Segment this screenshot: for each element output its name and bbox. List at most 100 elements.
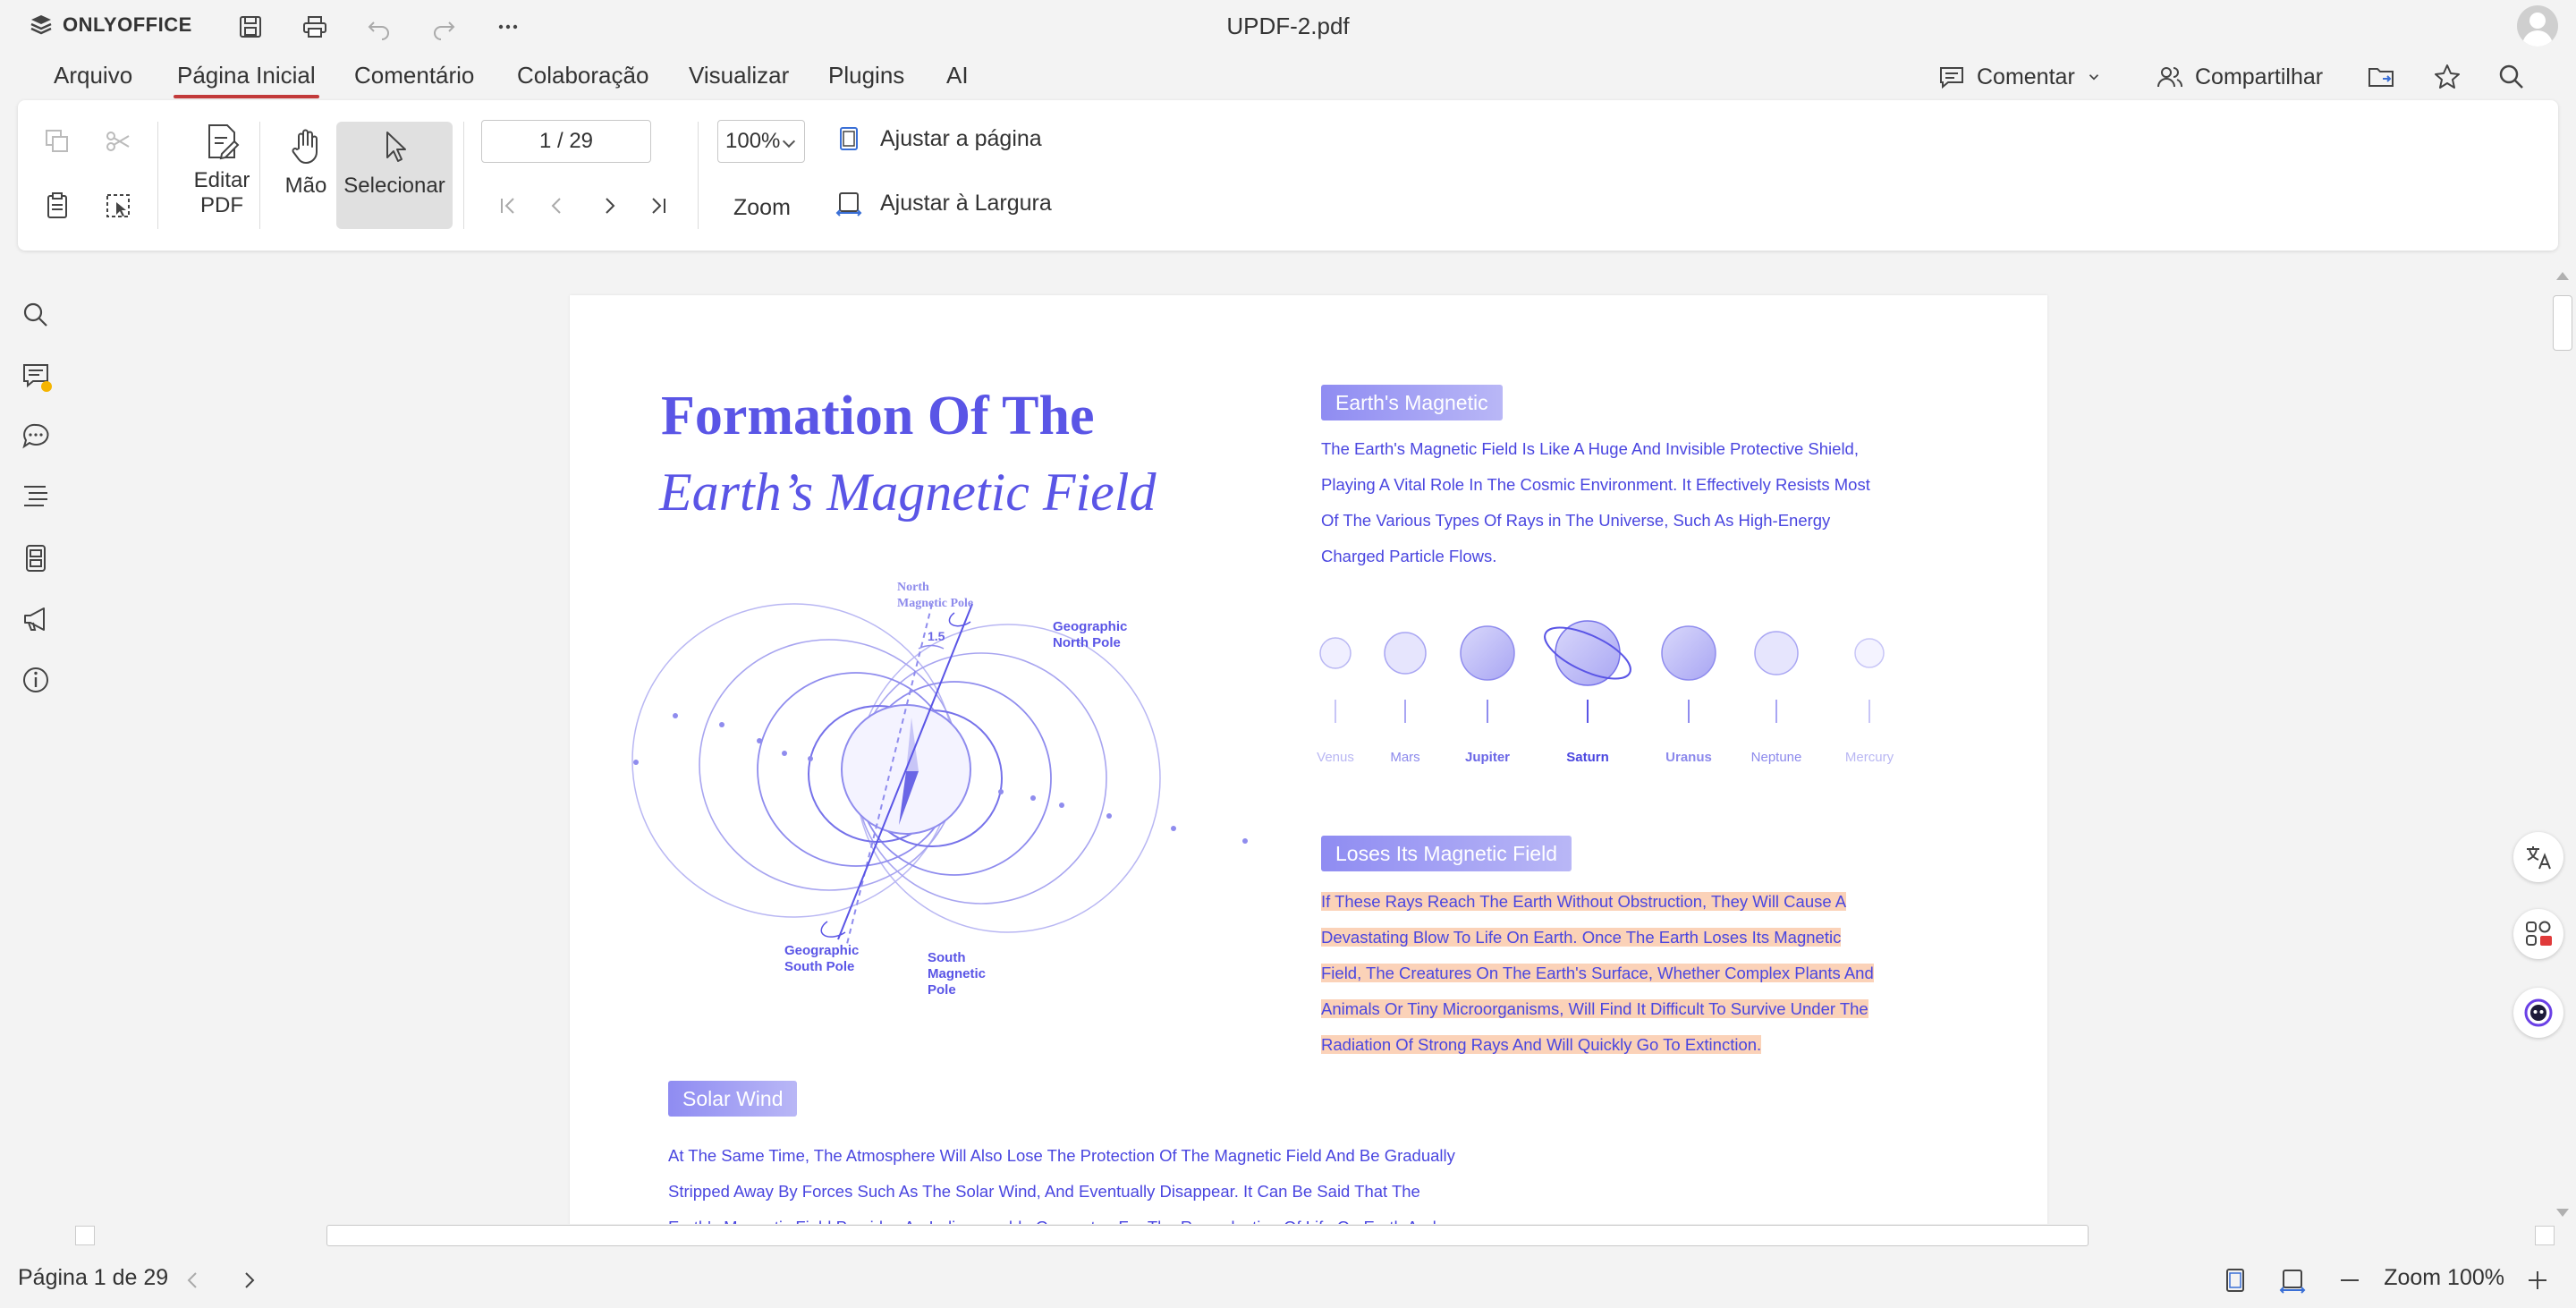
document-viewport[interactable]: Formation Of The Earth’s Magnetic Field xyxy=(72,268,2549,1224)
zoom-label: Zoom xyxy=(733,195,791,220)
document-title: UPDF-2.pdf xyxy=(1226,13,1350,39)
open-file-location-button[interactable] xyxy=(2367,61,2395,93)
planet-label-venus: Venus xyxy=(1317,750,1354,765)
tab-colaboracao[interactable]: Colaboração xyxy=(513,57,652,93)
tab-ai[interactable]: AI xyxy=(943,57,972,93)
search-icon xyxy=(2499,64,2523,89)
share-users-icon xyxy=(2157,67,2182,88)
planet-label-mars: Mars xyxy=(1390,750,1420,765)
planet-label-uranus: Uranus xyxy=(1665,750,1712,765)
status-fit-width-button[interactable] xyxy=(2277,1265,2308,1295)
fit-width-button[interactable]: Ajustar à Largura xyxy=(835,190,1052,217)
minus-icon xyxy=(2341,1279,2359,1281)
plugins-apps-button[interactable] xyxy=(2513,909,2563,959)
scroll-down-arrow[interactable] xyxy=(2556,1209,2569,1217)
highlighted-line: If These Rays Reach The Earth Without Ob… xyxy=(1321,884,1847,920)
sidebar-thumbnails-button[interactable] xyxy=(18,540,54,576)
chat-icon xyxy=(22,423,49,449)
planet-label-jupiter: Jupiter xyxy=(1464,750,1510,765)
scroll-up-arrow[interactable] xyxy=(2556,272,2569,280)
select-tool-button[interactable]: Selecionar xyxy=(336,122,453,229)
section3-line: Stripped Away By Forces Such As The Sola… xyxy=(668,1182,1420,1201)
zoom-select[interactable]: 100% xyxy=(717,120,805,163)
planet-label-neptune: Neptune xyxy=(1750,750,1802,765)
geo-north-label-line1: Geographic xyxy=(1053,619,1128,634)
tab-arquivo[interactable]: Arquivo xyxy=(50,57,136,93)
previous-page-button[interactable] xyxy=(540,190,572,222)
first-page-button[interactable] xyxy=(492,190,524,222)
highlight[interactable]: Animals Or Tiny Microorganisms, Will Fin… xyxy=(1321,999,1868,1018)
highlighted-line: Devastating Blow To Life On Earth. Once … xyxy=(1321,920,1842,956)
copy-button[interactable] xyxy=(41,125,73,157)
status-fit-page-button[interactable] xyxy=(2220,1265,2250,1295)
ai-assistant-button[interactable] xyxy=(2513,988,2563,1038)
sidebar-comments-button[interactable] xyxy=(18,358,54,394)
cut-button[interactable] xyxy=(102,125,134,157)
sidebar-feedback-button[interactable] xyxy=(18,601,54,637)
planet-saturn xyxy=(1555,620,1621,686)
comment-dropdown-button[interactable]: Comentar xyxy=(1937,61,2102,93)
sidebar-about-button[interactable] xyxy=(18,662,54,698)
sidebar-headings-button[interactable] xyxy=(18,478,54,514)
section-heading-earths-magnetic: Earth's Magnetic xyxy=(1321,385,1503,420)
favorite-button[interactable] xyxy=(2433,61,2462,93)
section3-line: Earth's Magnetic Field Provides An Indis… xyxy=(668,1210,1436,1224)
highlight[interactable]: Devastating Blow To Life On Earth. Once … xyxy=(1321,928,1842,947)
chevron-left-icon xyxy=(551,198,561,214)
last-page-button[interactable] xyxy=(642,190,674,222)
magnetic-field-diagram: 1.5 xyxy=(631,603,1248,945)
toolbar-separator xyxy=(259,122,260,229)
hand-tool-button[interactable]: Mão xyxy=(277,127,335,199)
sidebar-chat-button[interactable] xyxy=(18,419,54,454)
tab-comentario[interactable]: Comentário xyxy=(351,57,478,93)
vertical-scrollbar[interactable] xyxy=(2549,268,2576,1224)
vertical-scroll-thumb[interactable] xyxy=(2553,295,2572,351)
ai-bot-icon xyxy=(2524,998,2553,1027)
planet-label-saturn: Saturn xyxy=(1566,750,1609,765)
pdf-page[interactable]: Formation Of The Earth’s Magnetic Field xyxy=(570,295,2047,1224)
scroll-left-button[interactable] xyxy=(75,1226,95,1245)
highlight[interactable]: If These Rays Reach The Earth Without Ob… xyxy=(1321,892,1847,911)
tab-plugins[interactable]: Plugins xyxy=(825,57,908,93)
search-button[interactable] xyxy=(2497,61,2526,93)
cut-icon xyxy=(106,132,130,151)
last-page-icon xyxy=(652,198,665,214)
zoom-out-button[interactable] xyxy=(2334,1265,2365,1295)
translate-button[interactable] xyxy=(2513,832,2563,882)
highlight[interactable]: Field, The Creatures On The Earth's Surf… xyxy=(1321,964,1874,982)
page-number-input[interactable]: 1 / 29 xyxy=(481,120,651,163)
select-label: Selecionar xyxy=(343,174,445,198)
section1-line: Playing A Vital Role In The Cosmic Envir… xyxy=(1321,475,1870,494)
planet-jupiter xyxy=(1460,625,1515,681)
search-icon xyxy=(23,302,47,327)
tab-visualizar[interactable]: Visualizar xyxy=(685,57,792,93)
section1-line: Charged Particle Flows. xyxy=(1321,547,1497,565)
select-all-button[interactable] xyxy=(102,190,134,222)
geo-south-label-line2: South Pole xyxy=(784,959,855,974)
next-page-button[interactable] xyxy=(594,190,626,222)
scroll-right-button[interactable] xyxy=(2535,1226,2555,1245)
paste-button[interactable] xyxy=(41,190,73,222)
sidebar-search-button[interactable] xyxy=(18,297,54,333)
horizontal-scroll-thumb[interactable] xyxy=(326,1225,2089,1246)
thumbnails-icon xyxy=(26,545,46,572)
cursor-arrow-icon xyxy=(386,132,406,162)
user-avatar[interactable] xyxy=(2517,5,2558,47)
north-magnetic-label-line1: North xyxy=(897,581,929,594)
highlight[interactable]: Radiation Of Strong Rays And Will Quickl… xyxy=(1321,1035,1762,1054)
status-next-page-button[interactable] xyxy=(234,1265,265,1295)
tab-pagina-inicial[interactable]: Página Inicial xyxy=(174,57,319,98)
share-button[interactable]: Compartilhar xyxy=(2156,61,2323,93)
horizontal-scrollbar[interactable] xyxy=(72,1224,2558,1249)
toolbar-separator xyxy=(157,122,158,229)
edit-pdf-button[interactable]: Editar PDF xyxy=(179,122,265,218)
planets-row xyxy=(1319,620,1885,723)
doc-title-line2: Earth’s Magnetic Field xyxy=(659,463,1157,522)
share-label: Compartilhar xyxy=(2195,64,2324,89)
toolbar-separator xyxy=(698,122,699,229)
fit-width-icon xyxy=(2279,1270,2306,1294)
fit-page-button[interactable]: Ajustar a página xyxy=(835,125,1042,152)
plus-icon xyxy=(2529,1271,2546,1289)
status-prev-page-button[interactable] xyxy=(177,1265,208,1295)
zoom-in-button[interactable] xyxy=(2522,1265,2553,1295)
